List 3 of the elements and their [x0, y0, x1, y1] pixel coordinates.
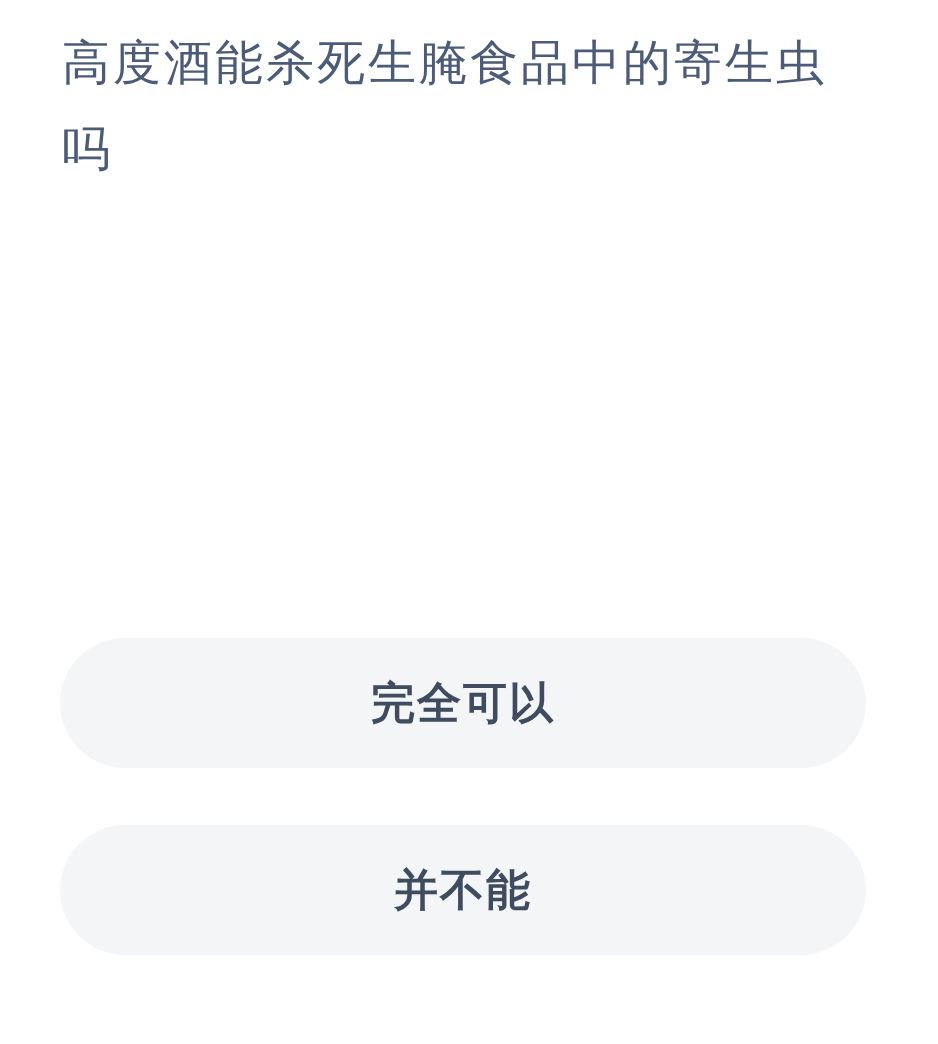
answer-option[interactable]: 并不能: [60, 825, 866, 955]
answer-option[interactable]: 完全可以: [60, 638, 866, 768]
question-text: 高度酒能杀死生腌食品中的寄生虫吗: [61, 33, 828, 178]
